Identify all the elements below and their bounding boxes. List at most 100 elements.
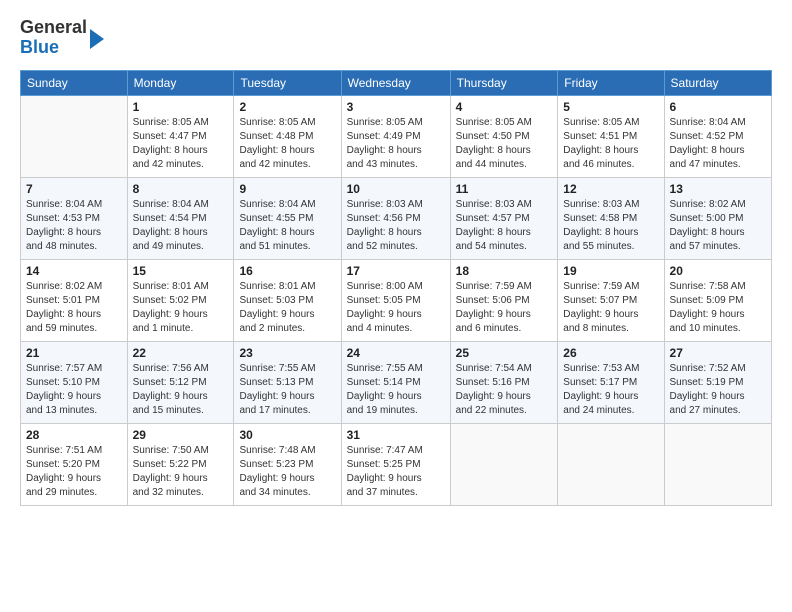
cell-content: Sunrise: 8:05 AM Sunset: 4:50 PM Dayligh… <box>456 116 553 172</box>
day-number: 16 <box>239 264 335 278</box>
calendar-cell: 8 Sunrise: 8:04 AM Sunset: 4:54 PM Daylig… <box>127 178 234 260</box>
day-number: 29 <box>133 428 229 442</box>
header-day-thursday: Thursday <box>450 71 558 96</box>
header-day-saturday: Saturday <box>664 71 771 96</box>
day-number: 26 <box>563 346 658 360</box>
calendar-cell: 26 Sunrise: 7:53 AM Sunset: 5:17 PM Dayli… <box>558 342 664 424</box>
day-number: 24 <box>347 346 445 360</box>
cell-content: Sunrise: 8:05 AM Sunset: 4:48 PM Dayligh… <box>239 116 335 172</box>
calendar-body: 1 Sunrise: 8:05 AM Sunset: 4:47 PM Daylig… <box>21 96 772 506</box>
header-day-wednesday: Wednesday <box>341 71 450 96</box>
cell-content: Sunrise: 7:56 AM Sunset: 5:12 PM Dayligh… <box>133 362 229 418</box>
header-day-monday: Monday <box>127 71 234 96</box>
calendar-cell: 22Sunrise: 7:56 AM Sunset: 5:12 PM Dayli… <box>127 342 234 424</box>
calendar-cell: 18 Sunrise: 7:59 AM Sunset: 5:06 PM Dayli… <box>450 260 558 342</box>
cell-content: Sunrise: 7:59 AM Sunset: 5:07 PM Dayligh… <box>563 280 658 336</box>
day-number: 5 <box>563 100 658 114</box>
calendar-cell: 4Sunrise: 8:05 AM Sunset: 4:50 PM Daylig… <box>450 96 558 178</box>
calendar-cell: 25Sunrise: 7:54 AM Sunset: 5:16 PM Dayli… <box>450 342 558 424</box>
day-number: 3 <box>347 100 445 114</box>
calendar-cell: 16 Sunrise: 8:01 AM Sunset: 5:03 PM Dayli… <box>234 260 341 342</box>
calendar-cell: 29 Sunrise: 7:50 AM Sunset: 5:22 PM Dayli… <box>127 424 234 506</box>
day-number: 7 <box>26 182 122 196</box>
week-row: 14Sunrise: 8:02 AM Sunset: 5:01 PM Dayli… <box>21 260 772 342</box>
cell-content: Sunrise: 7:47 AM Sunset: 5:25 PM Dayligh… <box>347 444 445 500</box>
calendar-cell: 9 Sunrise: 8:04 AM Sunset: 4:55 PM Daylig… <box>234 178 341 260</box>
calendar-cell: 3 Sunrise: 8:05 AM Sunset: 4:49 PM Daylig… <box>341 96 450 178</box>
day-number: 23 <box>239 346 335 360</box>
cell-content: Sunrise: 8:05 AM Sunset: 4:49 PM Dayligh… <box>347 116 445 172</box>
day-number: 8 <box>133 182 229 196</box>
cell-content: Sunrise: 7:58 AM Sunset: 5:09 PM Dayligh… <box>670 280 766 336</box>
cell-content: Sunrise: 8:03 AM Sunset: 4:57 PM Dayligh… <box>456 198 553 254</box>
logo-arrow-icon <box>90 29 104 49</box>
day-number: 6 <box>670 100 766 114</box>
calendar-table: SundayMondayTuesdayWednesdayThursdayFrid… <box>20 70 772 506</box>
cell-content: Sunrise: 8:01 AM Sunset: 5:02 PM Dayligh… <box>133 280 229 336</box>
calendar-cell: 31 Sunrise: 7:47 AM Sunset: 5:25 PM Dayli… <box>341 424 450 506</box>
logo: GeneralBlue <box>20 18 104 58</box>
week-row: 28 Sunrise: 7:51 AM Sunset: 5:20 PM Dayli… <box>21 424 772 506</box>
cell-content: Sunrise: 8:03 AM Sunset: 4:56 PM Dayligh… <box>347 198 445 254</box>
calendar-cell: 20Sunrise: 7:58 AM Sunset: 5:09 PM Dayli… <box>664 260 771 342</box>
header-day-sunday: Sunday <box>21 71 128 96</box>
calendar-cell: 13 Sunrise: 8:02 AM Sunset: 5:00 PM Dayli… <box>664 178 771 260</box>
day-number: 13 <box>670 182 766 196</box>
calendar-cell: 6Sunrise: 8:04 AM Sunset: 4:52 PM Daylig… <box>664 96 771 178</box>
cell-content: Sunrise: 8:05 AM Sunset: 4:47 PM Dayligh… <box>133 116 229 172</box>
calendar-cell: 23 Sunrise: 7:55 AM Sunset: 5:13 PM Dayli… <box>234 342 341 424</box>
calendar-header: SundayMondayTuesdayWednesdayThursdayFrid… <box>21 71 772 96</box>
header: GeneralBlue <box>20 18 772 58</box>
cell-content: Sunrise: 7:55 AM Sunset: 5:14 PM Dayligh… <box>347 362 445 418</box>
header-row: SundayMondayTuesdayWednesdayThursdayFrid… <box>21 71 772 96</box>
cell-content: Sunrise: 7:50 AM Sunset: 5:22 PM Dayligh… <box>133 444 229 500</box>
day-number: 15 <box>133 264 229 278</box>
calendar-page: GeneralBlue SundayMondayTuesdayWednesday… <box>0 0 792 518</box>
day-number: 30 <box>239 428 335 442</box>
day-number: 2 <box>239 100 335 114</box>
calendar-cell <box>664 424 771 506</box>
cell-content: Sunrise: 7:53 AM Sunset: 5:17 PM Dayligh… <box>563 362 658 418</box>
day-number: 21 <box>26 346 122 360</box>
day-number: 18 <box>456 264 553 278</box>
calendar-cell: 27 Sunrise: 7:52 AM Sunset: 5:19 PM Dayli… <box>664 342 771 424</box>
calendar-cell: 5 Sunrise: 8:05 AM Sunset: 4:51 PM Daylig… <box>558 96 664 178</box>
calendar-cell: 19 Sunrise: 7:59 AM Sunset: 5:07 PM Dayli… <box>558 260 664 342</box>
cell-content: Sunrise: 8:03 AM Sunset: 4:58 PM Dayligh… <box>563 198 658 254</box>
calendar-cell <box>450 424 558 506</box>
day-number: 10 <box>347 182 445 196</box>
calendar-cell: 30 Sunrise: 7:48 AM Sunset: 5:23 PM Dayli… <box>234 424 341 506</box>
calendar-cell: 1 Sunrise: 8:05 AM Sunset: 4:47 PM Daylig… <box>127 96 234 178</box>
day-number: 1 <box>133 100 229 114</box>
calendar-cell: 2 Sunrise: 8:05 AM Sunset: 4:48 PM Daylig… <box>234 96 341 178</box>
calendar-cell: 10 Sunrise: 8:03 AM Sunset: 4:56 PM Dayli… <box>341 178 450 260</box>
calendar-cell: 24 Sunrise: 7:55 AM Sunset: 5:14 PM Dayli… <box>341 342 450 424</box>
cell-content: Sunrise: 7:55 AM Sunset: 5:13 PM Dayligh… <box>239 362 335 418</box>
day-number: 9 <box>239 182 335 196</box>
day-number: 19 <box>563 264 658 278</box>
day-number: 11 <box>456 182 553 196</box>
cell-content: Sunrise: 7:48 AM Sunset: 5:23 PM Dayligh… <box>239 444 335 500</box>
cell-content: Sunrise: 8:02 AM Sunset: 5:00 PM Dayligh… <box>670 198 766 254</box>
calendar-cell <box>21 96 128 178</box>
cell-content: Sunrise: 8:04 AM Sunset: 4:55 PM Dayligh… <box>239 198 335 254</box>
cell-content: Sunrise: 8:05 AM Sunset: 4:51 PM Dayligh… <box>563 116 658 172</box>
cell-content: Sunrise: 8:00 AM Sunset: 5:05 PM Dayligh… <box>347 280 445 336</box>
day-number: 17 <box>347 264 445 278</box>
week-row: 7Sunrise: 8:04 AM Sunset: 4:53 PM Daylig… <box>21 178 772 260</box>
calendar-cell: 14Sunrise: 8:02 AM Sunset: 5:01 PM Dayli… <box>21 260 128 342</box>
day-number: 31 <box>347 428 445 442</box>
cell-content: Sunrise: 8:04 AM Sunset: 4:54 PM Dayligh… <box>133 198 229 254</box>
calendar-cell: 7Sunrise: 8:04 AM Sunset: 4:53 PM Daylig… <box>21 178 128 260</box>
cell-content: Sunrise: 7:59 AM Sunset: 5:06 PM Dayligh… <box>456 280 553 336</box>
day-number: 14 <box>26 264 122 278</box>
calendar-cell: 11 Sunrise: 8:03 AM Sunset: 4:57 PM Dayli… <box>450 178 558 260</box>
day-number: 12 <box>563 182 658 196</box>
day-number: 27 <box>670 346 766 360</box>
cell-content: Sunrise: 8:01 AM Sunset: 5:03 PM Dayligh… <box>239 280 335 336</box>
cell-content: Sunrise: 7:52 AM Sunset: 5:19 PM Dayligh… <box>670 362 766 418</box>
day-number: 28 <box>26 428 122 442</box>
week-row: 1 Sunrise: 8:05 AM Sunset: 4:47 PM Daylig… <box>21 96 772 178</box>
cell-content: Sunrise: 7:51 AM Sunset: 5:20 PM Dayligh… <box>26 444 122 500</box>
calendar-cell <box>558 424 664 506</box>
